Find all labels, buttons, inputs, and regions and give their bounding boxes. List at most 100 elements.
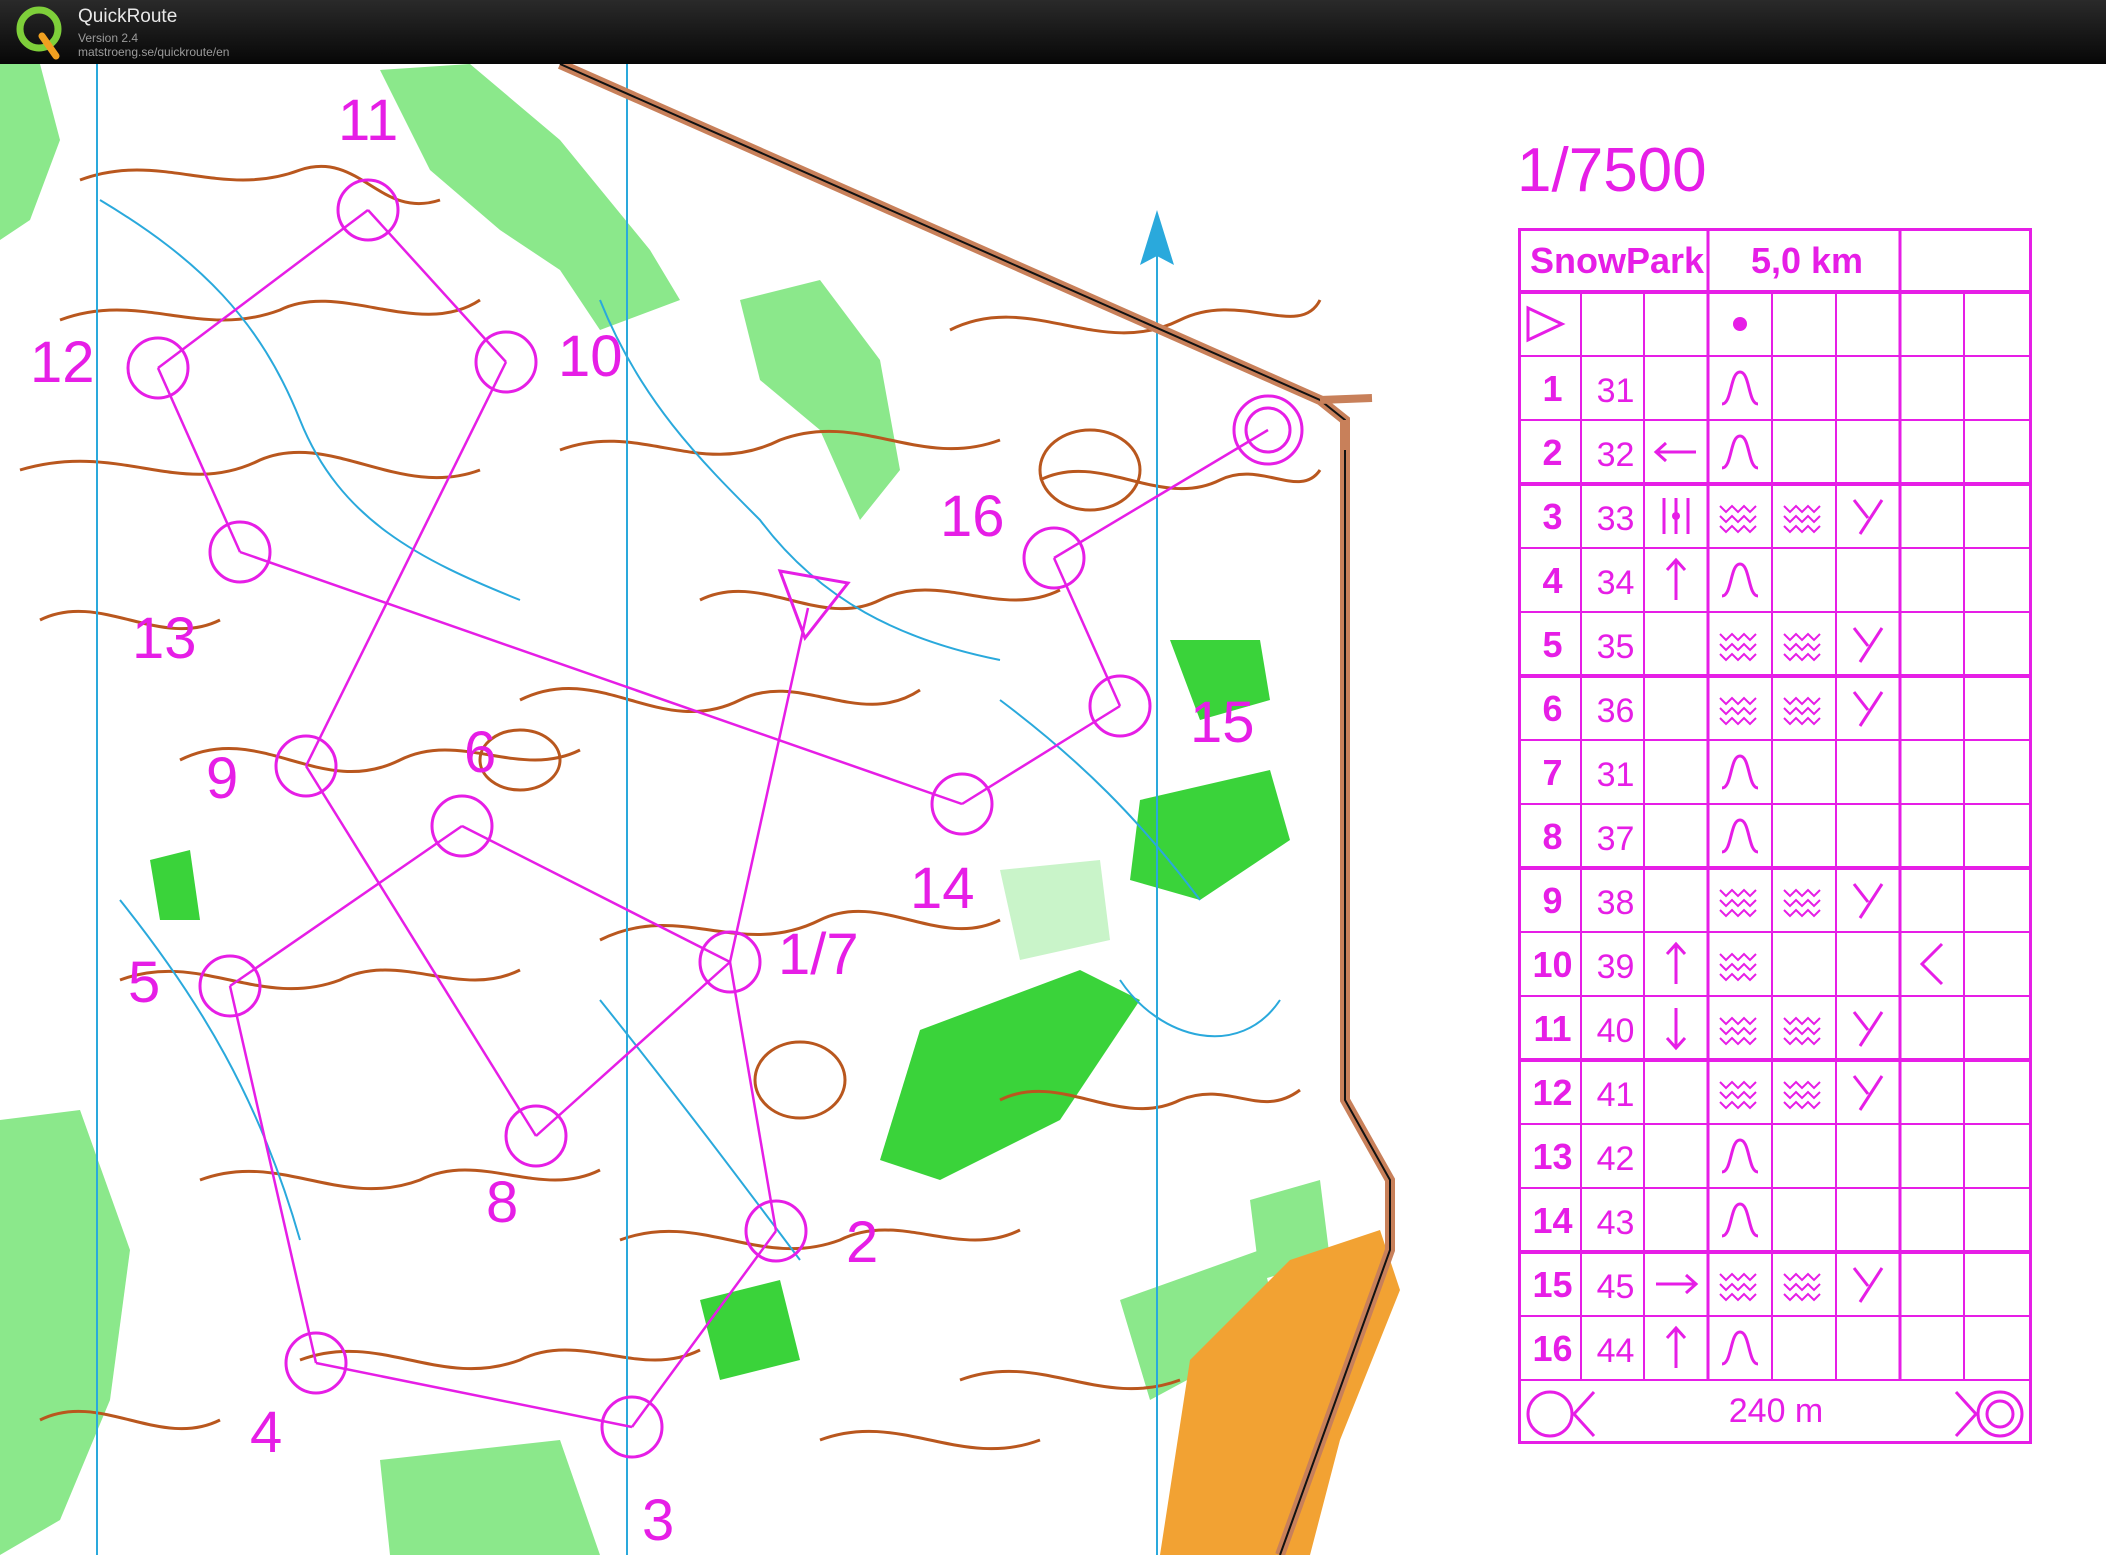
knoll-icon [1721,1202,1759,1238]
gully-icon [1719,888,1757,918]
junction-icon [1852,691,1884,727]
control-code: 39 [1596,948,1635,986]
control-number: 5 [1542,624,1563,665]
control-code: 35 [1596,628,1635,666]
green-area [1130,770,1290,900]
event-name: SnowPark [1529,240,1705,281]
orienteering-map[interactable]: 11 12 10 16 13 15 9 6 14 5 1/7 8 2 4 3 1… [0,64,2106,1555]
control-number: 11 [1533,1008,1572,1049]
junction-icon [1852,883,1884,919]
app-name: QuickRoute [78,6,178,27]
green-area [0,64,60,240]
junction-icon [1852,499,1884,535]
green-area [150,850,200,920]
green-area [1000,860,1110,960]
course-legs [156,209,1269,1429]
north-lines [96,64,1158,1555]
chevron-right-icon [1954,1390,1979,1438]
course-length: 5,0 km [1750,240,1864,281]
control-number: 10 [1532,944,1573,985]
control-label: 8 [486,1170,519,1235]
control-code: 41 [1596,1076,1635,1114]
title-bar: QuickRoute Version 2.4 matstroeng.se/qui… [0,0,2106,64]
gully-icon [1719,952,1757,982]
control-number: 12 [1532,1072,1573,1113]
green-area [740,280,900,520]
vegetation-areas [0,64,1330,1555]
arrow-up-icon [1665,557,1687,600]
control-number: 1 [1542,368,1563,409]
green-area [380,1440,600,1555]
finish-circle-icon [1976,1390,2024,1438]
control-number: 7 [1542,752,1563,793]
junction-icon [1852,1267,1884,1303]
control-code: 45 [1596,1268,1635,1306]
app-version: Version 2.4 [78,31,139,45]
control-code: 42 [1596,1140,1635,1178]
gully-icon [1783,1016,1821,1046]
control-code: 32 [1596,436,1635,474]
control-code: 37 [1596,820,1635,858]
green-area [0,1110,130,1555]
control-label: 6 [464,720,497,785]
knoll-icon [1721,370,1759,406]
control-code: 34 [1596,564,1635,602]
knoll-icon [1721,754,1759,790]
chevron-left-icon [1571,1390,1596,1438]
gully-icon [1719,504,1757,534]
arrow-up-icon [1665,1325,1687,1368]
control-number: 6 [1542,688,1563,729]
finish-distance: 240 m [1728,1392,1824,1430]
gully-icon [1719,632,1757,662]
control-code: 31 [1596,756,1635,794]
arrow-up-icon [1665,941,1687,984]
control-number: 14 [1532,1200,1573,1241]
quickroute-logo-icon [16,6,62,60]
arrow-right-icon [1656,1273,1699,1295]
control-code: 36 [1596,692,1635,730]
control-label: 16 [940,484,1005,549]
gully-icon [1783,696,1821,726]
control-label: 5 [128,950,161,1015]
gully-icon [1783,888,1821,918]
bend-icon [1919,942,1944,986]
control-number: 15 [1532,1264,1573,1305]
gully-icon [1783,1080,1821,1110]
control-number: 8 [1542,816,1563,857]
control-label: 9 [206,746,239,811]
control-label: 15 [1190,690,1255,755]
course-controls [126,178,1304,1459]
control-label: 11 [338,88,399,153]
control-number: 9 [1542,880,1563,921]
start-triangle-icon [1526,305,1566,343]
green-area [880,970,1140,1180]
junction-icon [1852,1011,1884,1047]
control-code: 31 [1596,372,1635,410]
dot-icon [1733,317,1747,331]
control-label: 10 [558,324,623,389]
control-label: 13 [132,606,197,671]
app-url: matstroeng.se/quickroute/en [78,45,230,59]
junction-icon [1852,627,1884,663]
control-description-sheet: SnowPark 5,0 km 1 31 2 32 3 33 4 34 5 35 6 36 7 31 8 37… [1518,228,2032,1444]
gully-icon [1719,1016,1757,1046]
gully-icon [1783,632,1821,662]
control-label: 12 [30,330,95,395]
control-label: 3 [642,1488,675,1553]
control-number: 4 [1542,560,1563,601]
finish-circle-icon [1985,1399,2015,1429]
control-label: 14 [910,856,975,921]
gully-icon [1783,1272,1821,1302]
map-scale: 1/7500 [1517,136,1707,205]
gully-icon [1719,1272,1757,1302]
knoll-icon [1721,1330,1759,1366]
control-label: 1/7 [778,922,859,987]
gully-icon [1719,1080,1757,1110]
control-code: 40 [1596,1012,1635,1050]
finish-control-icon [1526,1390,1574,1438]
arrow-left-icon [1653,441,1696,463]
knoll-icon [1721,562,1759,598]
knoll-icon [1721,1138,1759,1174]
arrow-down-icon [1665,1008,1687,1051]
control-code: 38 [1596,884,1635,922]
